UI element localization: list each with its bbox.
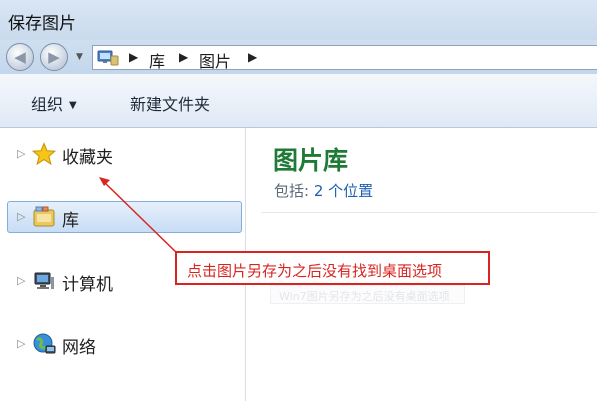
command-toolbar: 组织 ▼ 新建文件夹 bbox=[0, 74, 597, 128]
expand-arrow-icon[interactable]: ▷ bbox=[17, 147, 25, 160]
expand-arrow-icon[interactable]: ▷ bbox=[17, 337, 25, 350]
sidebar-item-label: 收藏夹 bbox=[62, 148, 113, 168]
organize-label: 组织 bbox=[31, 95, 64, 114]
sidebar-item-favorites[interactable]: ▷ 收藏夹 bbox=[0, 138, 246, 170]
window-title: 保存图片 bbox=[8, 14, 76, 34]
expand-arrow-icon[interactable]: ▷ bbox=[17, 274, 25, 287]
locations-link[interactable]: 2 个位置 bbox=[314, 182, 373, 200]
organize-button[interactable]: 组织 ▼ bbox=[31, 91, 77, 115]
sidebar-item-label: 库 bbox=[62, 211, 79, 231]
breadcrumb-pictures[interactable]: 图片 bbox=[199, 48, 231, 72]
libraries-icon bbox=[97, 50, 119, 66]
watermark-text: Win7图片另存为之后没有桌面选项 bbox=[279, 290, 450, 303]
title-bar: 保存图片 bbox=[0, 0, 597, 40]
library-icon bbox=[33, 206, 55, 227]
sidebar-item-libraries[interactable]: ▷ 库 bbox=[0, 201, 246, 233]
divider bbox=[261, 212, 597, 213]
annotation-callout: 点击图片另存为之后没有找到桌面选项 bbox=[175, 251, 490, 285]
computer-icon bbox=[34, 272, 54, 289]
library-title: 图片库 bbox=[273, 146, 349, 175]
navigation-bar: ◀ ▶ ▼ ▶ 库 ▶ 图片 ▶ bbox=[0, 40, 597, 74]
chevron-down-icon: ▼ bbox=[76, 52, 83, 62]
forward-arrow-icon: ▶ bbox=[48, 48, 60, 66]
chevron-down-icon: ▼ bbox=[69, 100, 77, 111]
address-bar[interactable]: ▶ 库 ▶ 图片 ▶ bbox=[92, 45, 597, 72]
back-arrow-icon: ◀ bbox=[14, 48, 26, 66]
watermark: Win7图片另存为之后没有桌面选项 bbox=[270, 285, 465, 304]
star-icon bbox=[32, 142, 56, 166]
includes-label: 包括: bbox=[274, 182, 310, 200]
breadcrumb-separator[interactable]: ▶ bbox=[179, 50, 188, 64]
breadcrumb-library[interactable]: 库 bbox=[149, 48, 165, 72]
library-includes: 包括: 2 个位置 bbox=[274, 180, 373, 201]
sidebar-item-label: 计算机 bbox=[62, 275, 113, 295]
sidebar-item-network[interactable]: ▷ 网络 bbox=[0, 328, 246, 360]
recent-locations-dropdown[interactable]: ▼ bbox=[76, 52, 83, 62]
sidebar-item-label: 网络 bbox=[62, 338, 96, 358]
breadcrumb-separator[interactable]: ▶ bbox=[129, 50, 138, 64]
breadcrumb-separator[interactable]: ▶ bbox=[248, 50, 257, 64]
callout-text: 点击图片另存为之后没有找到桌面选项 bbox=[187, 262, 443, 280]
back-button[interactable]: ◀ bbox=[6, 43, 34, 71]
network-icon bbox=[33, 333, 56, 354]
forward-button[interactable]: ▶ bbox=[40, 43, 68, 71]
new-folder-button[interactable]: 新建文件夹 bbox=[130, 91, 210, 115]
expand-arrow-icon[interactable]: ▷ bbox=[17, 210, 25, 223]
